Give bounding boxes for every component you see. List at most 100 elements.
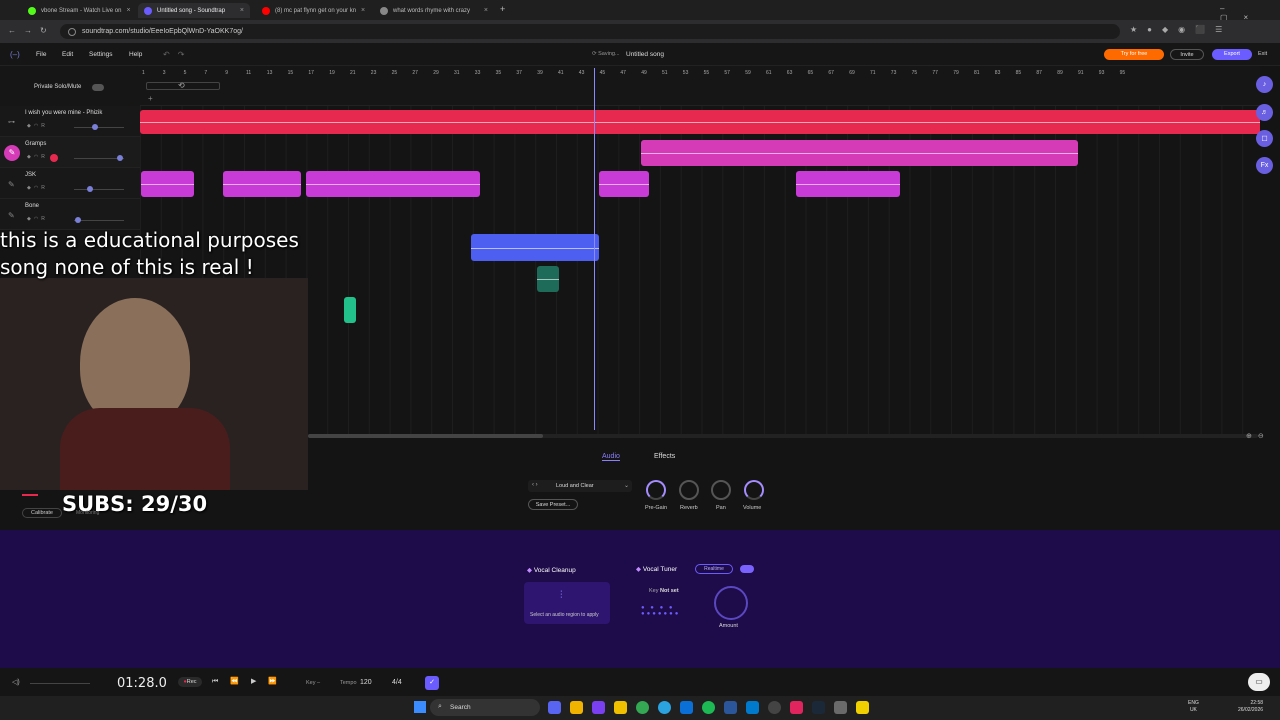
browser-tab-4[interactable]: what words rhyme with crazy × bbox=[374, 3, 494, 18]
record-arm-icon[interactable] bbox=[50, 154, 58, 162]
key-field[interactable]: Key – bbox=[306, 680, 320, 686]
track-name[interactable]: JSK bbox=[25, 172, 36, 178]
app-icon[interactable] bbox=[856, 701, 869, 714]
volume-knob[interactable] bbox=[117, 155, 123, 161]
menu-settings[interactable]: Settings bbox=[89, 51, 113, 58]
clock[interactable]: 22:58 26/02/2026 bbox=[1238, 700, 1263, 714]
track-controls[interactable]: ◆◠R bbox=[27, 154, 48, 160]
chevron-nav-icon[interactable]: ‹ › bbox=[532, 482, 538, 488]
close-icon[interactable]: × bbox=[361, 7, 365, 14]
fx-icon[interactable]: Fx bbox=[1256, 157, 1273, 174]
audio-clip[interactable] bbox=[641, 140, 1078, 166]
tuner-toggle[interactable] bbox=[740, 565, 754, 573]
song-title[interactable]: Untitled song bbox=[626, 51, 664, 58]
folder-icon[interactable] bbox=[614, 701, 627, 714]
taskbar-search[interactable]: ⌕ Search bbox=[430, 699, 540, 716]
menu-edit[interactable]: Edit bbox=[62, 51, 73, 58]
private-solo-toggle[interactable] bbox=[92, 84, 104, 91]
spotify-icon[interactable] bbox=[702, 701, 715, 714]
app-icon[interactable] bbox=[680, 701, 693, 714]
tempo-value[interactable]: 120 bbox=[360, 679, 372, 686]
track-name[interactable]: I wish you were mine - Phizik bbox=[25, 110, 102, 116]
volume-knob[interactable] bbox=[87, 186, 93, 192]
close-icon[interactable]: × bbox=[484, 7, 488, 14]
volume-slider[interactable] bbox=[74, 127, 124, 128]
audio-clip[interactable] bbox=[306, 171, 480, 197]
loop-icon[interactable]: ⟲ bbox=[178, 81, 185, 90]
word-icon[interactable] bbox=[724, 701, 737, 714]
tab-effects[interactable]: Effects bbox=[654, 453, 675, 460]
track-controls[interactable]: ◆◠R bbox=[27, 185, 48, 191]
extension-icons[interactable]: ★●◆◉⬛☰ bbox=[1130, 25, 1232, 34]
telegram-icon[interactable] bbox=[658, 701, 671, 714]
app-icon[interactable] bbox=[592, 701, 605, 714]
timeline-ruler[interactable]: 1 3 5 7 9 11 13 15 17 19 21 23 25 27 29 31 33 35 37 39 41 43 4… bbox=[140, 66, 1260, 106]
audio-clip[interactable] bbox=[141, 171, 194, 197]
audio-clip[interactable] bbox=[344, 297, 356, 323]
track-header-4[interactable]: ✎ Bone ◆◠R bbox=[0, 199, 140, 230]
new-tab-button[interactable]: + bbox=[500, 4, 505, 14]
record-button[interactable]: ●Rec bbox=[178, 677, 202, 687]
chrome-icon[interactable] bbox=[636, 701, 649, 714]
track-controls[interactable]: ◆◠R bbox=[27, 216, 48, 222]
volume-slider[interactable] bbox=[74, 220, 124, 221]
calibrate-button[interactable]: Calibrate bbox=[22, 508, 62, 518]
volume-knob[interactable] bbox=[92, 124, 98, 130]
app-icon[interactable] bbox=[570, 701, 583, 714]
speaker-icon[interactable]: ◁) bbox=[12, 678, 20, 686]
audio-clip[interactable] bbox=[796, 171, 900, 197]
reverb-knob[interactable] bbox=[679, 480, 699, 500]
steam-icon[interactable] bbox=[812, 701, 825, 714]
volume-knob[interactable] bbox=[744, 480, 764, 500]
close-icon[interactable]: × bbox=[240, 7, 244, 14]
key-dots[interactable]: ● ● ● ● ●●●●●●● bbox=[641, 605, 680, 617]
preset-select[interactable]: ‹ › Loud and Clear ⌄ bbox=[528, 480, 632, 492]
app-icon[interactable] bbox=[790, 701, 803, 714]
vscode-icon[interactable] bbox=[746, 701, 759, 714]
pencil-icon[interactable]: ✎ bbox=[8, 180, 15, 189]
invite-button[interactable]: Invite bbox=[1170, 49, 1204, 60]
realtime-select[interactable]: Realtime bbox=[695, 564, 733, 574]
browser-tab-1[interactable]: vbone Stream - Watch Live on × bbox=[22, 3, 134, 18]
chat-icon[interactable]: ☐ bbox=[1256, 130, 1273, 147]
horizontal-scrollbar[interactable] bbox=[308, 434, 1258, 438]
browser-tab-2[interactable]: Untitled song - Soundtrap × bbox=[138, 3, 250, 18]
pre-gain-knob[interactable] bbox=[646, 480, 666, 500]
track-header-2[interactable]: ✎ Gramps ◆◠R bbox=[0, 137, 140, 168]
close-icon[interactable]: × bbox=[126, 7, 130, 14]
playback-controls[interactable]: ⏮⏪▶⏩ bbox=[212, 677, 289, 686]
audio-clip[interactable] bbox=[140, 110, 1260, 134]
audio-clip[interactable] bbox=[471, 234, 599, 261]
playhead[interactable] bbox=[594, 68, 595, 430]
menu-file[interactable]: File bbox=[36, 51, 46, 58]
vocal-cleanup-dropzone[interactable]: ⫶ Select an audio region to apply bbox=[524, 582, 610, 624]
audio-clip[interactable] bbox=[223, 171, 301, 197]
loops-icon[interactable]: ♪ bbox=[1256, 76, 1273, 93]
windows-start-icon[interactable] bbox=[414, 701, 426, 713]
pencil-icon[interactable]: ✎ bbox=[8, 211, 15, 220]
language-indicator[interactable]: ENG UK bbox=[1188, 700, 1199, 714]
amount-knob[interactable] bbox=[714, 586, 748, 620]
volume-knob[interactable] bbox=[75, 217, 81, 223]
chat-support-icon[interactable]: ▭ bbox=[1248, 673, 1270, 691]
meter-value[interactable]: 4/4 bbox=[392, 679, 402, 686]
exit-button[interactable]: Exit bbox=[1258, 51, 1267, 57]
save-preset-button[interactable]: Save Preset... bbox=[528, 499, 578, 510]
settings-icon[interactable] bbox=[834, 701, 847, 714]
track-name[interactable]: Bone bbox=[25, 203, 39, 209]
track-name[interactable]: Gramps bbox=[25, 141, 46, 147]
url-field[interactable]: soundtrap.com/studio/EeeIoEpbQlWnD-YaOKK… bbox=[60, 24, 1120, 39]
menu-help[interactable]: Help bbox=[129, 51, 142, 58]
pencil-icon[interactable]: ✎ bbox=[4, 145, 20, 161]
try-free-button[interactable]: Try for free bbox=[1104, 49, 1164, 60]
pan-knob[interactable] bbox=[711, 480, 731, 500]
site-info-icon[interactable] bbox=[68, 27, 76, 36]
nav-buttons[interactable]: ←→↻ bbox=[8, 26, 55, 35]
track-header-1[interactable]: ⊶ I wish you were mine - Phizik ◆◠R bbox=[0, 106, 140, 137]
instruments-icon[interactable]: ♬ bbox=[1256, 104, 1273, 121]
audio-clip[interactable] bbox=[599, 171, 649, 197]
export-button[interactable]: Export bbox=[1212, 49, 1252, 60]
zoom-icons[interactable]: ⊕⊖ bbox=[1246, 432, 1270, 440]
app-icon[interactable] bbox=[768, 701, 781, 714]
browser-tab-3[interactable]: (8) mc pat flynn get on your kn × bbox=[256, 3, 368, 18]
